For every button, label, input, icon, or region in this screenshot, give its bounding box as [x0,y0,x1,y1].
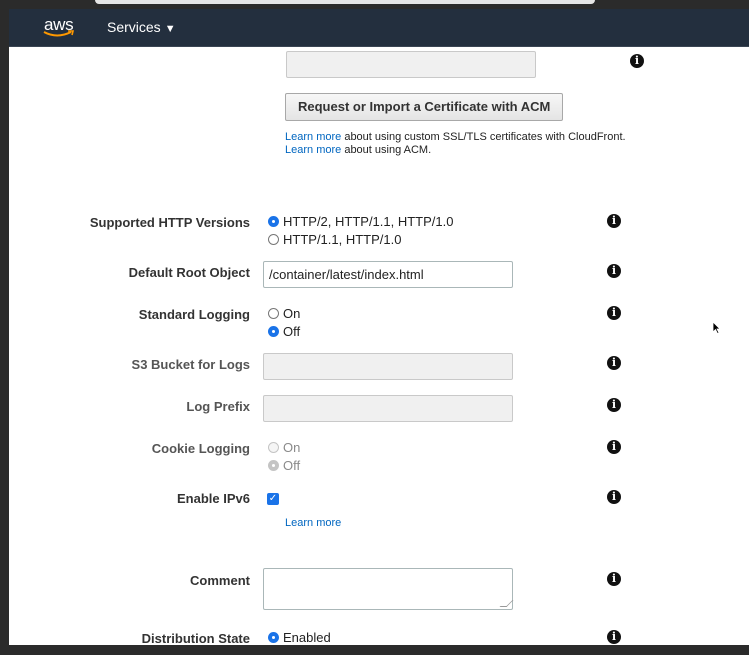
enable-ipv6-label: Enable IPv6 [177,491,250,506]
cookie-logging-off[interactable]: Off [268,457,300,473]
radio-selected-icon[interactable] [268,631,279,643]
standard-logging-on-label: On [283,305,301,321]
browser-bar [95,0,595,4]
radio-selected-icon[interactable] [268,215,279,227]
standard-logging-off[interactable]: Off [268,323,300,339]
distribution-state-enabled[interactable]: Enabled [268,629,331,645]
cookie-logging-label: Cookie Logging [151,441,250,456]
info-icon[interactable]: i [607,572,621,586]
distribution-state-enabled-label: Enabled [283,629,331,645]
info-icon[interactable]: i [630,54,644,68]
info-icon[interactable]: i [607,398,621,412]
info-icon[interactable]: i [607,306,621,320]
standard-logging-off-label: Off [283,323,301,339]
radio-disabled-icon[interactable] [268,441,279,453]
cookie-logging-off-label: Off [283,457,301,473]
http-version-option-label: HTTP/1.1, HTTP/1.0 [283,231,402,247]
chevron-down-icon: ▼ [164,23,176,35]
resize-handle-icon[interactable] [499,600,514,607]
distribution-settings-form: i Request or Import a Certificate with A… [9,47,749,645]
learn-more-ssl-link[interactable]: Learn more [285,131,341,143]
default-root-object-input[interactable] [263,261,513,288]
info-icon[interactable]: i [607,490,621,504]
radio-unselected-icon[interactable] [268,307,279,319]
services-menu[interactable]: Services ▼ [107,19,176,35]
http-version-option-http2[interactable]: HTTP/2, HTTP/1.1, HTTP/1.0 [268,213,453,229]
custom-ssl-certificate-input[interactable] [286,51,536,78]
services-label: Services [107,19,161,35]
aws-smile-icon [43,30,75,37]
s3-bucket-input[interactable] [263,353,513,380]
info-icon[interactable]: i [607,214,621,228]
comment-textarea[interactable] [263,568,514,610]
info-icon[interactable]: i [607,440,621,454]
info-icon[interactable]: i [607,356,621,370]
radio-unselected-icon[interactable] [268,233,279,245]
ssl-help-line-2: Learn more about using ACM. [285,144,431,157]
enable-ipv6-checkbox[interactable]: ✓ [267,493,279,505]
radio-disabled-selected-icon[interactable] [268,459,279,471]
learn-more-acm-link[interactable]: Learn more [285,144,341,156]
mouse-pointer-icon [712,321,721,335]
aws-navbar: aws Services ▼ [9,9,749,47]
ipv6-help: Learn more [285,517,341,530]
comment-label: Comment [190,573,250,588]
ssl-help-line-1: Learn more about using custom SSL/TLS ce… [285,131,626,144]
cookie-logging-on[interactable]: On [268,439,300,455]
http-version-option-http11[interactable]: HTTP/1.1, HTTP/1.0 [268,231,401,247]
radio-selected-icon[interactable] [268,325,279,337]
info-icon[interactable]: i [607,264,621,278]
cookie-logging-on-label: On [283,439,301,455]
http-versions-label: Supported HTTP Versions [89,215,250,230]
info-icon[interactable]: i [607,630,621,644]
distribution-state-label: Distribution State [141,631,250,645]
standard-logging-label: Standard Logging [138,307,250,322]
learn-more-ipv6-link[interactable]: Learn more [285,517,341,529]
ssl-help-text-1: about using custom SSL/TLS certificates … [341,131,626,143]
s3-bucket-label: S3 Bucket for Logs [131,357,250,372]
request-certificate-button[interactable]: Request or Import a Certificate with ACM [285,93,564,121]
aws-logo[interactable]: aws [42,15,76,41]
standard-logging-on[interactable]: On [268,305,300,321]
http-version-option-label: HTTP/2, HTTP/1.1, HTTP/1.0 [283,213,454,229]
browser-top-strip [0,0,749,9]
log-prefix-label: Log Prefix [186,399,250,414]
log-prefix-input[interactable] [263,395,513,422]
ssl-help-text-2: about using ACM. [341,144,432,156]
default-root-object-label: Default Root Object [128,265,250,280]
browser-bottom-strip [0,645,749,655]
